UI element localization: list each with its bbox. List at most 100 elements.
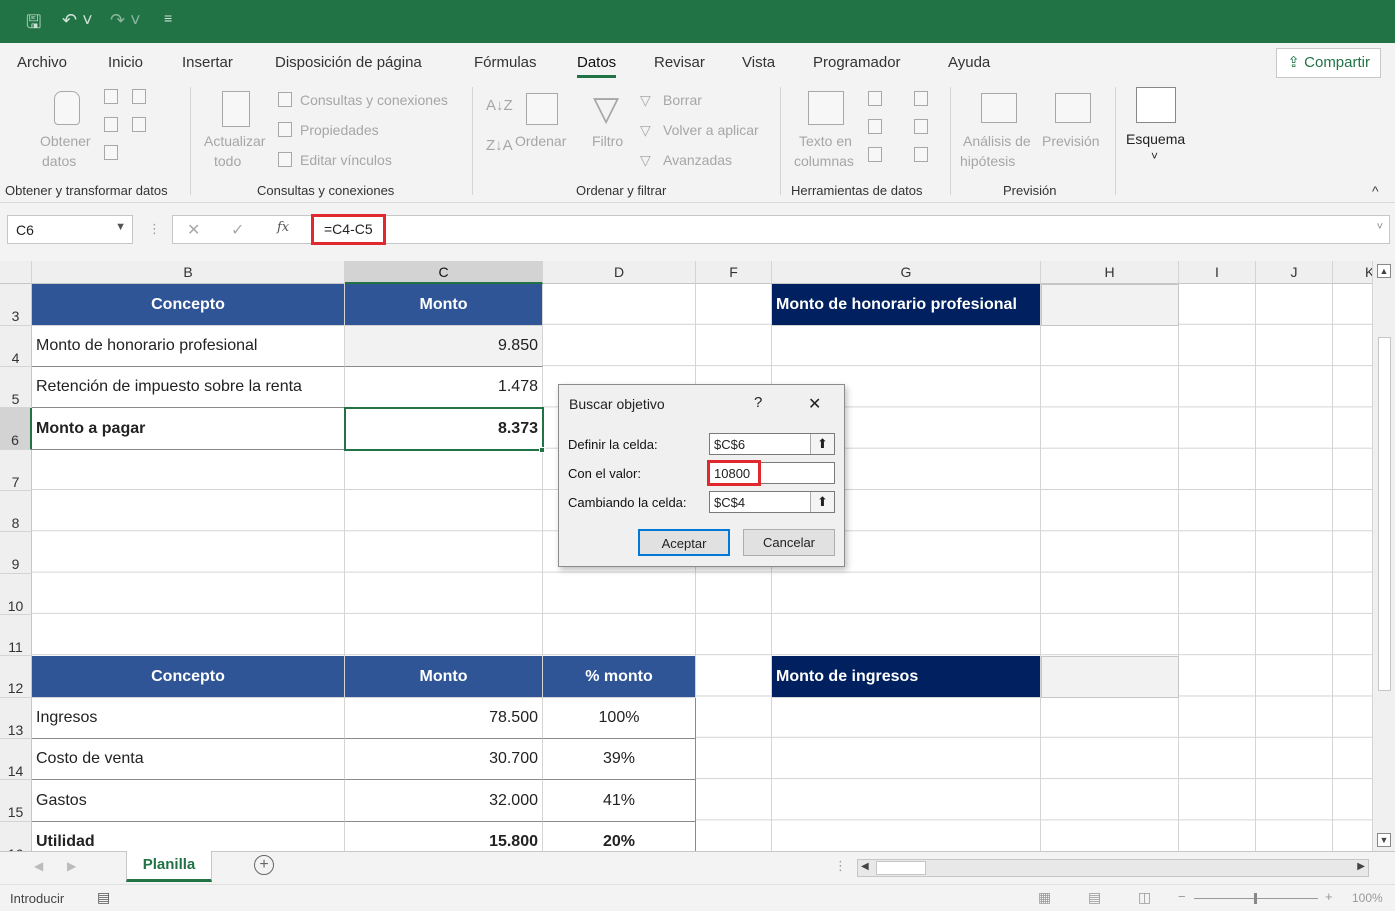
remove-duplicates-icon[interactable]: [868, 119, 882, 134]
table2-cell-c15[interactable]: 32.000: [345, 780, 543, 822]
save-icon[interactable]: 🖫: [26, 10, 41, 40]
table2-cell-c13[interactable]: 78.500: [345, 698, 543, 739]
table2-cell-b14[interactable]: Costo de venta: [32, 739, 345, 780]
row-header-12[interactable]: 12: [0, 656, 32, 698]
row-header-11[interactable]: 11: [0, 615, 32, 656]
advanced-filter-button[interactable]: Avanzadas: [663, 152, 732, 168]
table1-cell-c6-selected[interactable]: 8.373: [344, 407, 544, 451]
outline-button[interactable]: Esquema: [1126, 131, 1185, 147]
row-header-13[interactable]: 13: [0, 698, 32, 739]
customize-toolbar-icon[interactable]: ≡: [164, 10, 172, 26]
text-to-columns-button[interactable]: Texto en: [799, 133, 852, 149]
page-break-icon[interactable]: ◫: [1138, 889, 1151, 906]
get-data-button-line2[interactable]: datos: [42, 153, 76, 169]
vertical-scroll-thumb[interactable]: [1378, 337, 1391, 691]
row-header-14[interactable]: 14: [0, 739, 32, 780]
row-header-15[interactable]: 15: [0, 780, 32, 822]
table2-cell-b15[interactable]: Gastos: [32, 780, 345, 822]
set-cell-field[interactable]: $C$6 ⬆: [709, 433, 835, 455]
table2-cell-d15[interactable]: 41%: [543, 780, 696, 822]
tab-revisar[interactable]: Revisar: [654, 54, 705, 71]
scroll-left-icon[interactable]: ◀: [861, 861, 869, 872]
forecast-sheet-button[interactable]: Previsión: [1042, 133, 1100, 149]
macro-record-icon[interactable]: ▤: [97, 889, 110, 906]
from-text-icon[interactable]: [104, 89, 118, 104]
clear-filter-button[interactable]: Borrar: [663, 92, 702, 108]
table2-cell-d16[interactable]: 20%: [543, 822, 696, 851]
row-header-5[interactable]: 5: [0, 367, 32, 408]
column-header-j[interactable]: J: [1256, 261, 1333, 284]
sort-az-icon[interactable]: A↓Z: [486, 97, 513, 114]
page-layout-icon[interactable]: ▤: [1088, 889, 1101, 906]
from-table-icon[interactable]: [104, 117, 118, 132]
tab-ayuda[interactable]: Ayuda: [948, 54, 990, 71]
add-sheet-icon[interactable]: +: [254, 855, 274, 875]
zoom-slider-thumb[interactable]: [1254, 893, 1257, 904]
changing-cell-field[interactable]: $C$4 ⬆: [709, 491, 835, 513]
scroll-tabs-right-icon[interactable]: ▶: [67, 859, 76, 873]
tab-formulas[interactable]: Fórmulas: [474, 54, 537, 71]
row-header-3[interactable]: 3: [0, 284, 32, 326]
table1-cell-c5[interactable]: 1.478: [345, 367, 543, 408]
row-header-16[interactable]: 16: [0, 822, 32, 851]
scroll-right-icon[interactable]: ▶: [1357, 861, 1365, 872]
share-button[interactable]: ⇪ Compartir: [1276, 48, 1381, 78]
row-header-4[interactable]: 4: [0, 326, 32, 367]
table1-header-concepto[interactable]: Concepto: [32, 284, 345, 326]
flash-fill-icon[interactable]: [868, 91, 882, 106]
table2-header-concepto[interactable]: Concepto: [32, 656, 345, 698]
get-data-button[interactable]: Obtener: [40, 133, 91, 149]
undo-icon[interactable]: ↶ ˅: [62, 10, 93, 31]
horizontal-scrollbar[interactable]: ◀ ▶: [857, 859, 1369, 877]
row-header-6[interactable]: 6: [0, 408, 32, 450]
tab-datos[interactable]: Datos: [577, 54, 617, 78]
refresh-all-button[interactable]: Actualizar: [204, 133, 265, 149]
from-web-icon[interactable]: [132, 89, 146, 104]
data-validation-icon[interactable]: [868, 147, 882, 162]
data-model-icon[interactable]: [914, 147, 928, 162]
text-to-columns-button-line2[interactable]: columnas: [794, 153, 854, 169]
table2-cell-d13[interactable]: 100%: [543, 698, 696, 739]
what-if-button-line2[interactable]: hipótesis: [960, 153, 1015, 169]
table1-cell-c4[interactable]: 9.850: [345, 326, 543, 367]
input-h3[interactable]: [1041, 284, 1179, 326]
table1-header-monto[interactable]: Monto: [345, 284, 543, 326]
tab-archivo[interactable]: Archivo: [17, 54, 67, 71]
sort-button[interactable]: Ordenar: [515, 133, 566, 149]
table1-cell-b6[interactable]: Monto a pagar: [32, 408, 345, 450]
table2-cell-c16[interactable]: 15.800: [345, 822, 543, 851]
filter-button[interactable]: Filtro: [592, 133, 623, 149]
tab-disposicion[interactable]: Disposición de página: [275, 54, 422, 71]
fill-handle[interactable]: [539, 447, 545, 453]
table2-cell-b13[interactable]: Ingresos: [32, 698, 345, 739]
existing-connections-icon[interactable]: [104, 145, 118, 160]
properties-button[interactable]: Propiedades: [300, 122, 379, 138]
column-header-k[interactable]: K: [1333, 261, 1372, 284]
reapply-button[interactable]: Volver a aplicar: [663, 122, 759, 138]
column-header-d[interactable]: D: [543, 261, 696, 284]
label-g12[interactable]: Monto de ingresos: [772, 656, 1041, 698]
splitter-icon[interactable]: ⋮: [834, 858, 847, 874]
scroll-up-icon[interactable]: ▲: [1377, 264, 1391, 278]
collapse-dialog-icon[interactable]: ⬆: [810, 492, 834, 512]
column-header-f[interactable]: F: [696, 261, 772, 284]
row-header-8[interactable]: 8: [0, 491, 32, 532]
label-g3[interactable]: Monto de honorario profesional: [772, 284, 1041, 326]
row-header-7[interactable]: 7: [0, 450, 32, 491]
queries-connections-button[interactable]: Consultas y conexiones: [300, 92, 448, 108]
enter-icon[interactable]: ✓: [231, 220, 244, 240]
cancel-icon[interactable]: ✕: [187, 220, 200, 240]
column-header-h[interactable]: H: [1041, 261, 1179, 284]
input-h12[interactable]: [1041, 656, 1179, 698]
table2-cell-b16[interactable]: Utilidad: [32, 822, 345, 851]
zoom-in-icon[interactable]: +: [1325, 889, 1333, 904]
what-if-button[interactable]: Análisis de: [963, 133, 1031, 149]
table2-cell-d14[interactable]: 39%: [543, 739, 696, 780]
formula-input[interactable]: =C4-C5: [311, 214, 386, 245]
tab-insertar[interactable]: Insertar: [182, 54, 233, 71]
sheet-tab-planilla[interactable]: Planilla: [126, 851, 212, 882]
sort-za-icon[interactable]: Z↓A: [486, 137, 513, 154]
consolidate-icon[interactable]: [914, 91, 928, 106]
table2-header-porcentaje[interactable]: % monto: [543, 656, 696, 698]
column-header-b[interactable]: B: [32, 261, 345, 284]
